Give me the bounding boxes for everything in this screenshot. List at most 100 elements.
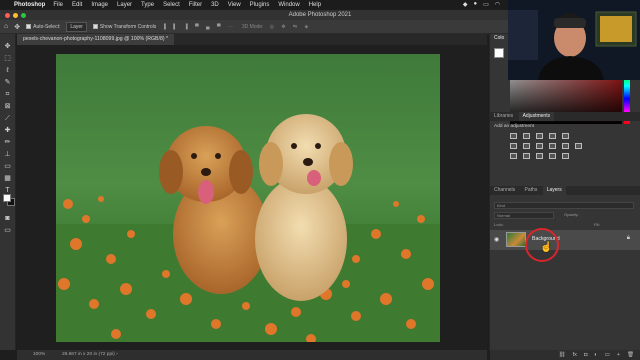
invert-icon[interactable] xyxy=(510,153,517,159)
layer-row-background[interactable]: ◉ Background 🔒︎ xyxy=(490,230,640,250)
tools-panel: ✥ ⬚ ℓ ✎ ⌗ ⊠ ⟋ ✚ ✏ ⊥ ▭ ▦ T ◙ ▭ xyxy=(0,34,16,350)
menu-select[interactable]: Select xyxy=(163,2,180,8)
app-menu[interactable]: Photoshop xyxy=(14,2,45,8)
add-adjustment-label: Add an adjustment xyxy=(494,124,535,129)
document-tab[interactable]: pexels-chevanon-photography-1108099.jpg … xyxy=(17,34,175,45)
right-panels: Colo Libraries Adjustments Add an adjust… xyxy=(490,34,640,360)
record-icon[interactable]: ● xyxy=(473,1,477,8)
wifi-icon[interactable]: ◠ xyxy=(495,1,500,8)
3d-mode-label: 3D Mode: xyxy=(241,23,264,30)
levels-icon[interactable] xyxy=(523,133,530,139)
add-mask-icon[interactable]: ◘ xyxy=(584,350,587,360)
black-white-icon[interactable] xyxy=(536,143,543,149)
layers-panel-footer: ⛓ fx ◘ ◐ ▭ + 🗑︎ xyxy=(490,350,640,360)
tab-layers[interactable]: Layers xyxy=(542,186,566,195)
gradient-tool-icon[interactable]: ▦ xyxy=(2,174,13,184)
menu-3d[interactable]: 3D xyxy=(211,2,219,8)
3d-mode-icons[interactable]: ◎ ✥ ⇆ ◈ xyxy=(270,24,312,30)
color-balance-icon[interactable] xyxy=(523,143,530,149)
threshold-icon[interactable] xyxy=(536,153,543,159)
photo-filter-icon[interactable] xyxy=(549,143,556,149)
document-tab-bar: pexels-chevanon-photography-1108099.jpg … xyxy=(17,34,487,45)
move-tool-icon[interactable]: ✥ xyxy=(14,23,20,31)
menu-window[interactable]: Window xyxy=(278,2,299,8)
menu-view[interactable]: View xyxy=(228,2,241,8)
menu-filter[interactable]: Filter xyxy=(189,2,202,8)
eraser-tool-icon[interactable]: ▭ xyxy=(2,162,13,172)
foreground-color-swatch[interactable] xyxy=(3,194,11,202)
quick-mask-icon[interactable]: ◙ xyxy=(2,214,13,224)
gradient-map-icon[interactable] xyxy=(549,153,556,159)
display-icon[interactable]: ▭ xyxy=(483,1,489,8)
move-tool-icon[interactable]: ✥ xyxy=(2,42,13,52)
menu-type[interactable]: Type xyxy=(141,2,154,8)
menu-layer[interactable]: Layer xyxy=(117,2,132,8)
adjustment-icons-row-2 xyxy=(510,143,582,149)
tab-paths[interactable]: Paths xyxy=(521,186,542,195)
dropbox-icon[interactable]: ◆ xyxy=(463,1,468,8)
layers-panel-tabs: Channels Paths Layers xyxy=(490,186,640,195)
frame-tool-icon[interactable]: ⊠ xyxy=(2,102,13,112)
link-layers-icon[interactable]: ⛓ xyxy=(559,350,566,360)
curves-icon[interactable] xyxy=(536,133,543,139)
menu-file[interactable]: File xyxy=(53,2,63,8)
exposure-icon[interactable] xyxy=(549,133,556,139)
zoom-level[interactable]: 100% xyxy=(33,352,45,357)
layers-controls: Kind Normal Opacity: Lock: Fill: xyxy=(494,202,636,227)
channel-mixer-icon[interactable] xyxy=(562,143,569,149)
lock-label: Lock: xyxy=(494,222,504,227)
selective-color-icon[interactable] xyxy=(562,153,569,159)
libraries-panel-tabs: Libraries Adjustments xyxy=(490,112,640,121)
tab-color[interactable]: Colo xyxy=(490,34,509,43)
crop-tool-icon[interactable]: ⌗ xyxy=(2,90,13,100)
minimize-window-button[interactable] xyxy=(13,13,18,18)
close-window-button[interactable] xyxy=(5,13,10,18)
layer-filter-kind[interactable]: Kind xyxy=(494,202,634,209)
hand-cursor-icon: ☝ xyxy=(540,242,553,253)
brush-tool-icon[interactable]: ✏ xyxy=(2,138,13,148)
fill-label: Fill: xyxy=(594,222,601,227)
hue-saturation-icon[interactable] xyxy=(510,143,517,149)
quick-select-tool-icon[interactable]: ✎ xyxy=(2,78,13,88)
tab-libraries[interactable]: Libraries xyxy=(490,112,517,121)
eye-icon[interactable]: ◉ xyxy=(494,236,499,243)
marquee-tool-icon[interactable]: ⬚ xyxy=(2,54,13,64)
posterize-icon[interactable] xyxy=(523,153,530,159)
adjustment-icons-row-3 xyxy=(510,153,569,159)
clone-stamp-icon[interactable]: ⊥ xyxy=(2,150,13,160)
auto-select-dropdown[interactable]: Layer xyxy=(66,21,87,32)
layer-thumbnail xyxy=(506,232,526,247)
screen-mode-icon[interactable]: ▭ xyxy=(2,226,13,236)
adjustment-icons-row-1 xyxy=(510,133,569,139)
tab-adjustments[interactable]: Adjustments xyxy=(518,112,555,121)
tab-channels[interactable]: Channels xyxy=(490,186,519,195)
home-icon[interactable]: ⌂ xyxy=(4,23,8,30)
new-adjustment-icon[interactable]: ◐ xyxy=(594,350,597,360)
auto-select-checkbox[interactable]: Auto-Select: xyxy=(26,24,60,30)
healing-brush-icon[interactable]: ✚ xyxy=(2,126,13,136)
document-dimensions: 26.667 in x 20 in (72 ppi) xyxy=(61,352,115,357)
lock-icon[interactable]: 🔒︎ xyxy=(627,235,630,242)
foreground-color-chip[interactable] xyxy=(494,48,504,58)
chevron-right-icon[interactable]: › xyxy=(116,352,118,357)
color-lookup-icon[interactable] xyxy=(575,143,582,149)
show-transform-checkbox[interactable]: Show Transform Controls xyxy=(92,24,156,30)
menu-image[interactable]: Image xyxy=(91,2,108,8)
blend-mode-dropdown[interactable]: Normal xyxy=(494,212,554,219)
new-layer-icon[interactable]: + xyxy=(617,350,620,360)
eyedropper-tool-icon[interactable]: ⟋ xyxy=(2,114,13,124)
menu-plugins[interactable]: Plugins xyxy=(250,2,270,8)
zoom-window-button[interactable] xyxy=(21,13,26,18)
menu-edit[interactable]: Edit xyxy=(72,2,82,8)
window-title: Adobe Photoshop 2021 xyxy=(288,12,352,18)
document-image[interactable] xyxy=(56,54,440,342)
menu-help[interactable]: Help xyxy=(309,2,321,8)
align-icons[interactable]: ▐ ▌ ▐ ▀ ▄ ▀ ⋯ xyxy=(162,24,236,30)
delete-layer-icon[interactable]: 🗑︎ xyxy=(627,350,634,360)
layer-style-icon[interactable]: fx xyxy=(573,350,577,360)
lasso-tool-icon[interactable]: ℓ xyxy=(2,66,13,76)
brightness-contrast-icon[interactable] xyxy=(510,133,517,139)
opacity-label: Opacity: xyxy=(564,212,579,217)
vibrance-icon[interactable] xyxy=(562,133,569,139)
new-group-icon[interactable]: ▭ xyxy=(605,350,610,360)
